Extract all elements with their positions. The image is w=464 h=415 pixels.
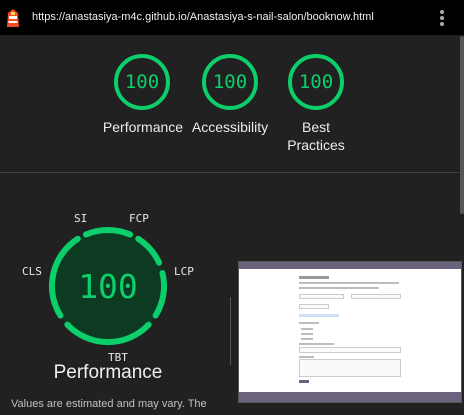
metric-lcp: LCP bbox=[174, 265, 194, 278]
thumbnail-footer bbox=[239, 392, 461, 402]
browser-bar: https://anastasiya-m4c.github.io/Anastas… bbox=[0, 0, 464, 35]
performance-title: Performance bbox=[53, 362, 163, 383]
performance-score: 100 bbox=[124, 71, 160, 93]
best-practices-score: 100 bbox=[298, 71, 334, 93]
metric-si: SI bbox=[74, 212, 88, 225]
estimate-note: Values are estimated and may vary. The bbox=[11, 398, 207, 410]
section-divider bbox=[0, 172, 460, 173]
lighthouse-logo-icon bbox=[7, 9, 19, 27]
vertical-separator bbox=[230, 297, 231, 365]
url-link[interactable]: https://anastasiya-m4c.github.io/Anastas… bbox=[32, 11, 374, 23]
accessibility-score: 100 bbox=[212, 71, 248, 93]
best-practices-label-line2: Practices bbox=[287, 137, 345, 153]
more-options-icon[interactable] bbox=[437, 9, 447, 27]
best-practices-label-line1: Best bbox=[301, 119, 330, 135]
performance-big-gauge: 100 bbox=[44, 222, 172, 350]
performance-big-score: 100 bbox=[78, 266, 138, 306]
scrollbar[interactable] bbox=[460, 36, 464, 214]
page-screenshot-thumbnail[interactable] bbox=[238, 261, 462, 403]
thumbnail-nav bbox=[239, 262, 461, 269]
best-practices-label: Best Practices bbox=[261, 118, 371, 154]
metric-fcp: FCP bbox=[129, 212, 149, 225]
best-practices-gauge[interactable]: 100 bbox=[287, 53, 345, 111]
performance-gauge[interactable]: 100 bbox=[113, 53, 171, 111]
accessibility-gauge[interactable]: 100 bbox=[201, 53, 259, 111]
metric-cls: CLS bbox=[22, 265, 42, 278]
